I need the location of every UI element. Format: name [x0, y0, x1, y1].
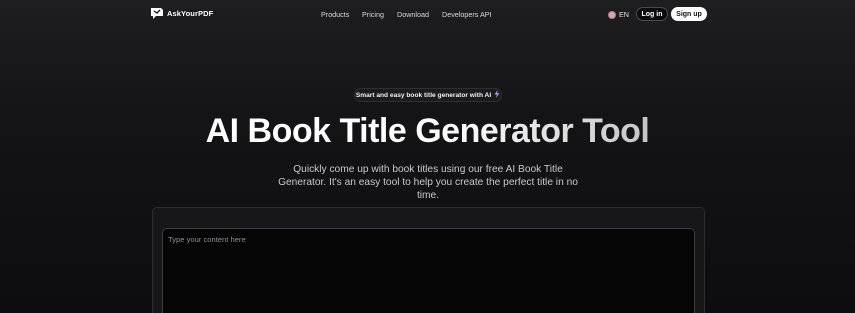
language-label: EN [619, 10, 629, 19]
feature-badge: Smart and easy book title generator with… [354, 88, 502, 102]
language-selector[interactable]: EN [608, 10, 629, 19]
nav-link-download[interactable]: Download [397, 10, 429, 19]
content-input[interactable] [162, 228, 695, 313]
nav-link-pricing[interactable]: Pricing [362, 10, 384, 19]
badge-text: Smart and easy book title generator with… [355, 91, 492, 99]
login-button[interactable]: Log in [636, 7, 668, 21]
top-navigation: AskYourPDF Products Pricing Download Dev… [0, 0, 855, 28]
nav-link-developers-api[interactable]: Developers API [442, 10, 492, 19]
page-title: AI Book Title Generator Tool [0, 112, 855, 151]
askyourpdf-logo-icon [150, 7, 164, 20]
brand-name: AskYourPDF [167, 9, 214, 18]
signup-button[interactable]: Sign up [671, 7, 707, 21]
brand-logo[interactable]: AskYourPDF [150, 7, 213, 20]
page-subtitle: Quickly come up with book titles using o… [278, 164, 578, 201]
lightning-bolt-icon [494, 90, 500, 100]
nav-link-products[interactable]: Products [321, 10, 349, 19]
page: AskYourPDF Products Pricing Download Dev… [0, 0, 855, 313]
globe-icon [608, 10, 616, 19]
